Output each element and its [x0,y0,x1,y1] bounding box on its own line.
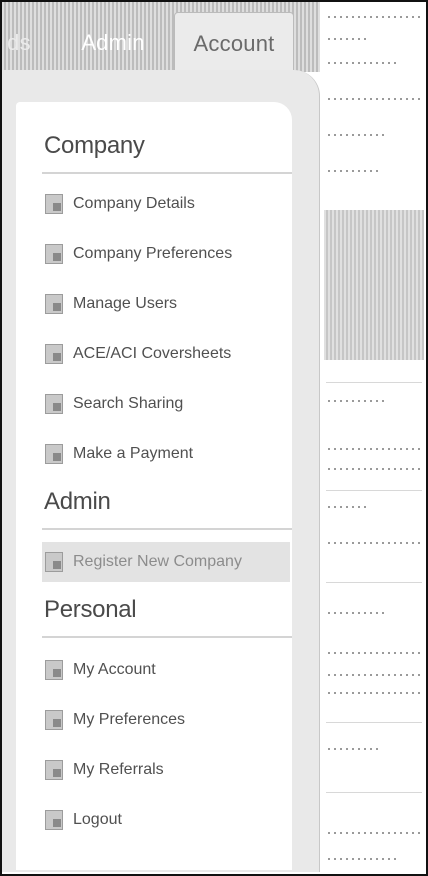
background-divider [326,722,422,723]
background-text-line [328,448,420,450]
section-divider [42,172,292,174]
section-title-personal: Personal [44,596,137,623]
background-divider [326,792,422,793]
menu-item-manage-users[interactable]: Manage Users [42,284,290,324]
menu-item-my-preferences[interactable]: My Preferences [42,700,290,740]
menu-item-label: My Referrals [73,761,164,778]
background-page [322,2,426,874]
menu-item-search-sharing[interactable]: Search Sharing [42,384,290,424]
background-text-line [328,16,420,18]
logout-icon [45,810,63,830]
menu-item-label: Company Preferences [73,245,233,262]
menu-item-company-preferences[interactable]: Company Preferences [42,234,290,274]
background-divider [326,582,422,583]
menu-item-ace-aci-coversheets[interactable]: ACE/ACI Coversheets [42,334,290,374]
section-divider [42,528,292,530]
menu-item-label: ACE/ACI Coversheets [73,345,232,362]
users-document-icon [45,760,63,780]
account-dropdown-panel: Company Company Details Company Preferen… [2,70,320,872]
menu-item-label: My Account [73,661,156,678]
background-text-line [328,38,368,40]
background-text-line [328,652,420,654]
menu-item-label: My Preferences [73,711,186,728]
users-document-icon [45,552,63,572]
tab-previous[interactable]: ds [2,14,36,72]
background-text-line [328,98,420,100]
background-text-line [328,832,420,834]
section-divider [42,636,292,638]
background-text-line [328,692,420,694]
menu-item-label: Manage Users [73,295,178,312]
section-title-company: Company [44,132,145,159]
document-edit-icon [45,444,63,464]
menu-item-logout[interactable]: Logout [42,800,290,840]
document-edit-icon [45,194,63,214]
background-text-line [328,748,378,750]
menu-item-make-a-payment[interactable]: Make a Payment [42,434,290,474]
share-user-icon [45,660,63,680]
coversheet-icon [45,344,63,364]
background-panel [324,210,424,360]
share-user-icon [45,394,63,414]
background-text-line [328,170,378,172]
background-text-line [328,134,388,136]
account-menu-card: Company Company Details Company Preferen… [16,102,292,870]
document-edit-icon [45,244,63,264]
tab-admin[interactable]: Admin [68,14,158,72]
menu-item-my-account[interactable]: My Account [42,650,290,690]
menu-item-label: Search Sharing [73,395,184,412]
background-divider [326,490,422,491]
menu-item-company-details[interactable]: Company Details [42,184,290,224]
background-divider [326,382,422,383]
background-text-line [328,468,420,470]
menu-item-label: Register New Company [73,553,242,570]
menu-item-label: Make a Payment [73,445,194,462]
menu-item-register-new-company[interactable]: Register New Company [42,542,290,582]
users-document-icon [45,294,63,314]
background-text-line [328,506,368,508]
menu-item-my-referrals[interactable]: My Referrals [42,750,290,790]
preferences-icon [45,710,63,730]
background-text-line [328,612,388,614]
background-text-line [328,542,420,544]
background-text-line [328,674,420,676]
menu-item-label: Company Details [73,195,195,212]
background-text-line [328,62,398,64]
menu-item-label: Logout [73,811,122,828]
tab-account[interactable]: Account [174,12,294,74]
section-title-admin: Admin [44,488,111,515]
background-text-line [328,858,398,860]
background-text-line [328,400,388,402]
top-tab-bar: ds Admin Account [2,2,320,74]
